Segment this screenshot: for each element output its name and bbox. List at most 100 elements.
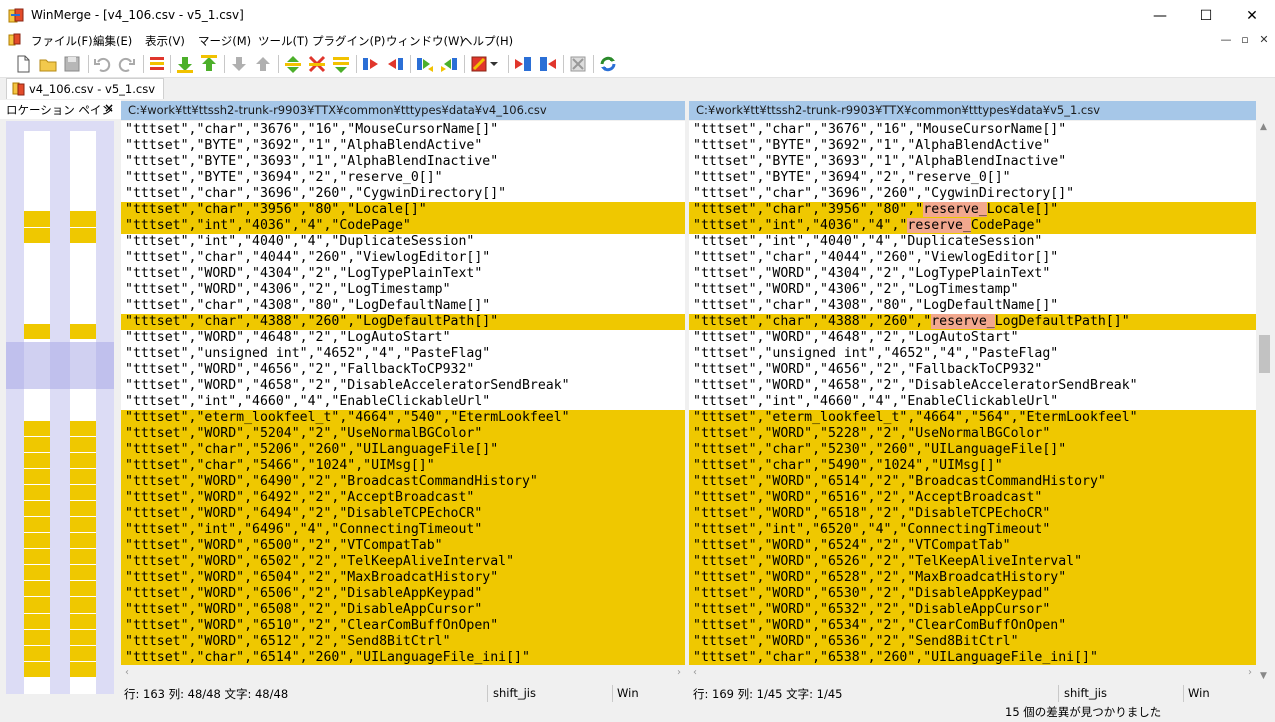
next-diff-icon[interactable] bbox=[174, 53, 196, 75]
new-icon[interactable] bbox=[12, 53, 34, 75]
code-line[interactable]: "tttset","char","5490","1024","UIMsg[]" bbox=[689, 458, 1256, 474]
last-diff-icon[interactable] bbox=[252, 53, 274, 75]
code-line[interactable]: "tttset","eterm_lookfeel_t","4664","540"… bbox=[121, 410, 685, 426]
location-diff-marker[interactable] bbox=[70, 549, 96, 565]
code-line[interactable]: "tttset","WORD","4304","2","LogTypePlain… bbox=[121, 266, 685, 282]
right-text-pane[interactable]: "tttset","char","3676","16","MouseCursor… bbox=[689, 121, 1256, 665]
diff-list-icon[interactable] bbox=[146, 53, 168, 75]
minimize-button[interactable]: — bbox=[1137, 0, 1183, 31]
code-line[interactable]: "tttset","WORD","4648","2","LogAutoStart… bbox=[689, 330, 1256, 346]
open-right-icon[interactable] bbox=[537, 53, 559, 75]
code-line[interactable]: "tttset","WORD","5204","2","UseNormalBGC… bbox=[121, 426, 685, 442]
code-line[interactable]: "tttset","BYTE","3694","2","reserve_0[]" bbox=[121, 170, 685, 186]
location-pane-close-button[interactable]: × bbox=[104, 101, 114, 115]
mdi-minimize-button[interactable]: — bbox=[1217, 33, 1235, 49]
scroll-up-icon[interactable]: ▲ bbox=[1260, 122, 1267, 132]
location-viewport-indicator[interactable] bbox=[6, 342, 114, 389]
location-diff-marker[interactable] bbox=[70, 565, 96, 581]
redo-icon[interactable] bbox=[116, 53, 138, 75]
code-line[interactable]: "tttset","char","4044","260","ViewlogEdi… bbox=[121, 250, 685, 266]
save-icon[interactable] bbox=[61, 53, 83, 75]
code-line[interactable]: "tttset","char","4388","260","LogDefault… bbox=[121, 314, 685, 330]
location-diff-marker[interactable] bbox=[70, 452, 96, 468]
code-line[interactable]: "tttset","int","4040","4","DuplicateSess… bbox=[121, 234, 685, 250]
menu-file[interactable]: ファイル(F) bbox=[31, 33, 93, 49]
code-line[interactable]: "tttset","BYTE","3693","1","AlphaBlendIn… bbox=[121, 154, 685, 170]
code-line[interactable]: "tttset","BYTE","3693","1","AlphaBlendIn… bbox=[689, 154, 1256, 170]
location-diff-marker[interactable] bbox=[24, 629, 50, 645]
code-line[interactable]: "tttset","char","5230","260","UILanguage… bbox=[689, 442, 1256, 458]
code-line[interactable]: "tttset","int","4040","4","DuplicateSess… bbox=[689, 234, 1256, 250]
location-diff-marker[interactable] bbox=[24, 597, 50, 613]
code-line[interactable]: "tttset","WORD","6508","2","DisableAppCu… bbox=[121, 602, 685, 618]
code-line[interactable]: "tttset","char","4308","80","LogDefaultN… bbox=[121, 298, 685, 314]
dropdown-icon[interactable] bbox=[488, 53, 500, 75]
code-line[interactable]: "tttset","WORD","6532","2","DisableAppCu… bbox=[689, 602, 1256, 618]
open-icon[interactable] bbox=[37, 53, 59, 75]
location-diff-marker[interactable] bbox=[70, 533, 96, 549]
code-line[interactable]: "tttset","BYTE","3692","1","AlphaBlendAc… bbox=[689, 138, 1256, 154]
code-line[interactable]: "tttset","int","4036","4","CodePage" bbox=[121, 218, 685, 234]
code-line[interactable]: "tttset","char","6538","260","UILanguage… bbox=[689, 650, 1256, 665]
menu-tools[interactable]: ツール(T) bbox=[258, 33, 309, 49]
prev-conflict-icon[interactable] bbox=[330, 53, 352, 75]
left-horizontal-scrollbar[interactable]: ‹ › bbox=[121, 665, 685, 683]
code-line[interactable]: "tttset","WORD","5228","2","UseNormalBGC… bbox=[689, 426, 1256, 442]
code-line[interactable]: "tttset","int","4660","4","EnableClickab… bbox=[121, 394, 685, 410]
location-diff-marker[interactable] bbox=[24, 581, 50, 597]
scroll-down-icon[interactable]: ▼ bbox=[1260, 671, 1267, 681]
document-tab[interactable]: v4_106.csv - v5_1.csv bbox=[6, 78, 165, 99]
location-diff-marker[interactable] bbox=[24, 517, 50, 533]
code-line[interactable]: "tttset","WORD","4306","2","LogTimestamp… bbox=[689, 282, 1256, 298]
location-diff-marker[interactable] bbox=[70, 227, 96, 243]
code-line[interactable]: "tttset","unsigned int","4652","4","Past… bbox=[121, 346, 685, 362]
copy-left-icon[interactable] bbox=[384, 53, 406, 75]
right-horizontal-scrollbar[interactable]: ‹ › bbox=[689, 665, 1256, 683]
location-diff-marker[interactable] bbox=[70, 597, 96, 613]
code-line[interactable]: "tttset","WORD","6490","2","BroadcastCom… bbox=[121, 474, 685, 490]
next-conflict-icon[interactable] bbox=[306, 53, 328, 75]
menu-help[interactable]: ヘルプ(H) bbox=[461, 33, 513, 49]
code-line[interactable]: "tttset","WORD","6494","2","DisableTCPEc… bbox=[121, 506, 685, 522]
code-line[interactable]: "tttset","WORD","4656","2","FallbackToCP… bbox=[121, 362, 685, 378]
location-diff-marker[interactable] bbox=[24, 227, 50, 243]
code-line[interactable]: "tttset","int","6520","4","ConnectingTim… bbox=[689, 522, 1256, 538]
code-line[interactable]: "tttset","WORD","4304","2","LogTypePlain… bbox=[689, 266, 1256, 282]
location-diff-marker[interactable] bbox=[70, 629, 96, 645]
code-line[interactable]: "tttset","WORD","6534","2","ClearComBuff… bbox=[689, 618, 1256, 634]
location-diff-marker[interactable] bbox=[70, 211, 96, 227]
menu-merge[interactable]: マージ(M) bbox=[198, 33, 251, 49]
location-diff-marker[interactable] bbox=[70, 645, 96, 661]
code-line[interactable]: "tttset","WORD","6510","2","ClearComBuff… bbox=[121, 618, 685, 634]
code-line[interactable]: "tttset","BYTE","3692","1","AlphaBlendAc… bbox=[121, 138, 685, 154]
scroll-right-icon[interactable]: › bbox=[677, 667, 681, 678]
code-line[interactable]: "tttset","WORD","4306","2","LogTimestamp… bbox=[121, 282, 685, 298]
copy-right-advance-icon[interactable] bbox=[414, 53, 436, 75]
code-line[interactable]: "tttset","WORD","6514","2","BroadcastCom… bbox=[689, 474, 1256, 490]
code-line[interactable]: "tttset","WORD","6526","2","TelKeepAlive… bbox=[689, 554, 1256, 570]
code-line[interactable]: "tttset","WORD","6518","2","DisableTCPEc… bbox=[689, 506, 1256, 522]
code-line[interactable]: "tttset","char","4044","260","ViewlogEdi… bbox=[689, 250, 1256, 266]
location-diff-marker[interactable] bbox=[70, 420, 96, 436]
code-line[interactable]: "tttset","WORD","6500","2","VTCompatTab" bbox=[121, 538, 685, 554]
code-line[interactable]: "tttset","WORD","4658","2","DisableAccel… bbox=[689, 378, 1256, 394]
location-diff-marker[interactable] bbox=[70, 581, 96, 597]
code-line[interactable]: "tttset","char","3956","80","reserve_Loc… bbox=[689, 202, 1256, 218]
first-diff-icon[interactable] bbox=[228, 53, 250, 75]
location-diff-marker[interactable] bbox=[24, 549, 50, 565]
code-line[interactable]: "tttset","WORD","6512","2","Send8BitCtrl… bbox=[121, 634, 685, 650]
refresh-icon[interactable] bbox=[597, 53, 619, 75]
code-line[interactable]: "tttset","WORD","6536","2","Send8BitCtrl… bbox=[689, 634, 1256, 650]
location-diff-marker[interactable] bbox=[24, 324, 50, 340]
location-diff-marker[interactable] bbox=[24, 500, 50, 517]
code-line[interactable]: "tttset","char","4308","80","LogDefaultN… bbox=[689, 298, 1256, 314]
location-diff-marker[interactable] bbox=[24, 565, 50, 581]
current-diff-icon[interactable] bbox=[282, 53, 304, 75]
document-menu-icon[interactable] bbox=[8, 33, 22, 47]
code-line[interactable]: "tttset","eterm_lookfeel_t","4664","564"… bbox=[689, 410, 1256, 426]
location-diff-marker[interactable] bbox=[70, 468, 96, 484]
code-line[interactable]: "tttset","WORD","6506","2","DisableAppKe… bbox=[121, 586, 685, 602]
mdi-restore-button[interactable]: ▫ bbox=[1236, 33, 1254, 49]
code-line[interactable]: "tttset","WORD","6504","2","MaxBroadcatH… bbox=[121, 570, 685, 586]
location-map[interactable] bbox=[6, 121, 114, 694]
